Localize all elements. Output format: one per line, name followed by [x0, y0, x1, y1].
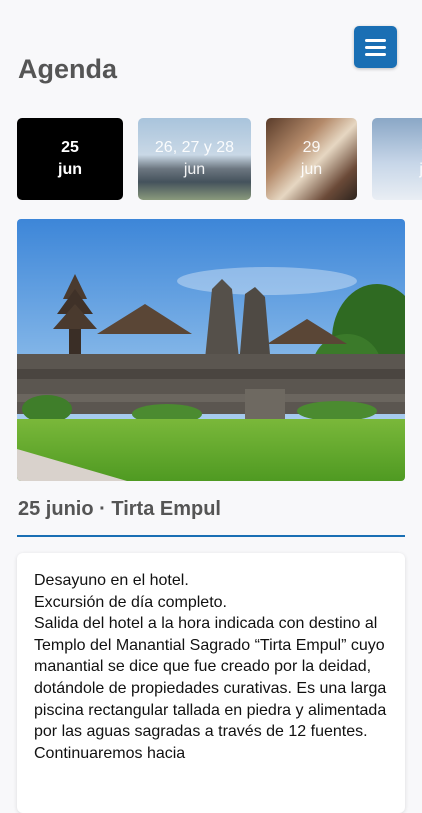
- date-chip-day: 29: [302, 139, 321, 156]
- hamburger-menu-icon-line: [365, 52, 386, 56]
- date-chip-selected[interactable]: 25 jun: [17, 118, 123, 200]
- date-chip-month: jun: [183, 161, 206, 178]
- day-description-card: Desayuno en el hotel. Excursión de día c…: [17, 553, 405, 813]
- heading-divider: [17, 535, 405, 537]
- date-chip-day: 25: [61, 139, 79, 156]
- date-chip-day: 26, 27 y 28: [154, 139, 235, 156]
- date-chip-month: jun: [300, 161, 323, 178]
- hamburger-menu-icon-line: [365, 38, 386, 42]
- temple-photo: [17, 219, 405, 481]
- date-chip-month: jun: [58, 161, 82, 178]
- date-chip[interactable]: 30 jun: [372, 118, 422, 200]
- hamburger-menu-icon-line: [365, 45, 386, 49]
- status-bar: [0, 0, 422, 22]
- day-heading: 25 junio · Tirta Empul: [18, 498, 221, 520]
- menu-button[interactable]: [354, 26, 397, 68]
- date-chip[interactable]: 29 jun: [266, 118, 357, 200]
- day-description-text: Desayuno en el hotel. Excursión de día c…: [34, 572, 387, 762]
- page-title: Agenda: [18, 54, 118, 84]
- date-chip[interactable]: 26, 27 y 28 jun: [138, 118, 251, 200]
- date-strip[interactable]: 25 jun 26, 27 y 28 jun 29 jun 30 jun: [0, 118, 422, 202]
- hero-image-temple: [17, 219, 405, 481]
